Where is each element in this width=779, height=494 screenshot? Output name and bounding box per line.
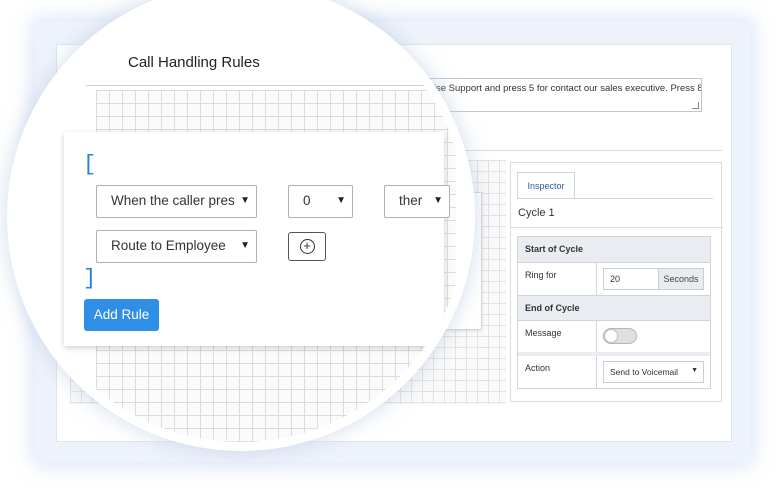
action-select-value: Send to Voicemail <box>610 367 679 377</box>
ring-for-label: Ring for <box>525 270 557 280</box>
action-label: Action <box>525 363 551 373</box>
start-of-cycle-label: Start of Cycle <box>525 244 584 254</box>
chevron-down-icon: ▼ <box>237 195 250 206</box>
resize-grip-icon[interactable] <box>692 102 699 109</box>
then-select[interactable]: ther ▼ <box>384 185 450 218</box>
ring-for-value: 20 <box>610 274 621 284</box>
message-row: Message <box>518 320 710 352</box>
ring-for-cell: 20 Seconds <box>596 263 710 295</box>
ring-for-unit: Seconds <box>658 269 703 289</box>
ring-for-input[interactable]: 20 Seconds <box>603 268 704 290</box>
end-of-cycle-header: End of Cycle <box>518 295 710 320</box>
key-select-value: 0 <box>303 193 311 208</box>
inspector-panel: Inspector Cycle 1 Start of Cycle Ring fo… <box>510 162 723 402</box>
action-route-select-value: Route to Employee <box>111 238 226 253</box>
tab-inspector-label: Inspector <box>527 181 565 191</box>
screenshot-stage: for Enterprise Support and press 5 for c… <box>0 0 779 494</box>
chevron-down-icon: ▼ <box>691 367 698 374</box>
action-cell: Send to Voicemail ▼ <box>596 356 710 388</box>
cycle-title: Cycle 1 <box>518 207 555 219</box>
magnifier-lens: Call Handling Rules [ ] When the caller … <box>16 0 466 442</box>
message-toggle[interactable] <box>603 328 637 344</box>
add-rule-button[interactable]: Add Rule <box>84 299 159 331</box>
chevron-down-icon: ▼ <box>430 195 443 206</box>
magnified-view: Call Handling Rules [ ] When the caller … <box>16 0 466 442</box>
end-of-cycle-label: End of Cycle <box>525 303 580 313</box>
action-select[interactable]: Send to Voicemail ▼ <box>603 361 704 383</box>
condition-select-value: When the caller pres <box>111 193 235 208</box>
cycle-settings-table: Start of Cycle Ring for 20 Seconds End o… <box>517 236 711 389</box>
message-cell <box>596 321 710 352</box>
add-action-button[interactable]: + <box>288 232 326 261</box>
key-select[interactable]: 0 ▼ <box>288 185 353 218</box>
tab-inspector[interactable]: Inspector <box>517 172 575 199</box>
message-label: Message <box>525 328 562 338</box>
close-bracket-icon: ] <box>83 266 97 291</box>
start-of-cycle-header: Start of Cycle <box>518 237 710 262</box>
action-row: Action Send to Voicemail ▼ <box>518 352 710 388</box>
open-bracket-icon: [ <box>83 152 97 177</box>
rules-title: Call Handling Rules <box>128 54 260 71</box>
then-select-value: ther <box>399 193 423 208</box>
divider <box>511 227 723 228</box>
plus-circle-icon: + <box>299 239 315 254</box>
condition-select[interactable]: When the caller pres ▼ <box>96 185 257 218</box>
chevron-down-icon: ▼ <box>237 240 250 251</box>
ring-for-row: Ring for 20 Seconds <box>518 262 710 295</box>
chevron-down-icon: ▼ <box>333 195 346 206</box>
tab-underline <box>517 198 713 199</box>
action-route-select[interactable]: Route to Employee ▼ <box>96 230 257 263</box>
divider <box>440 150 722 151</box>
